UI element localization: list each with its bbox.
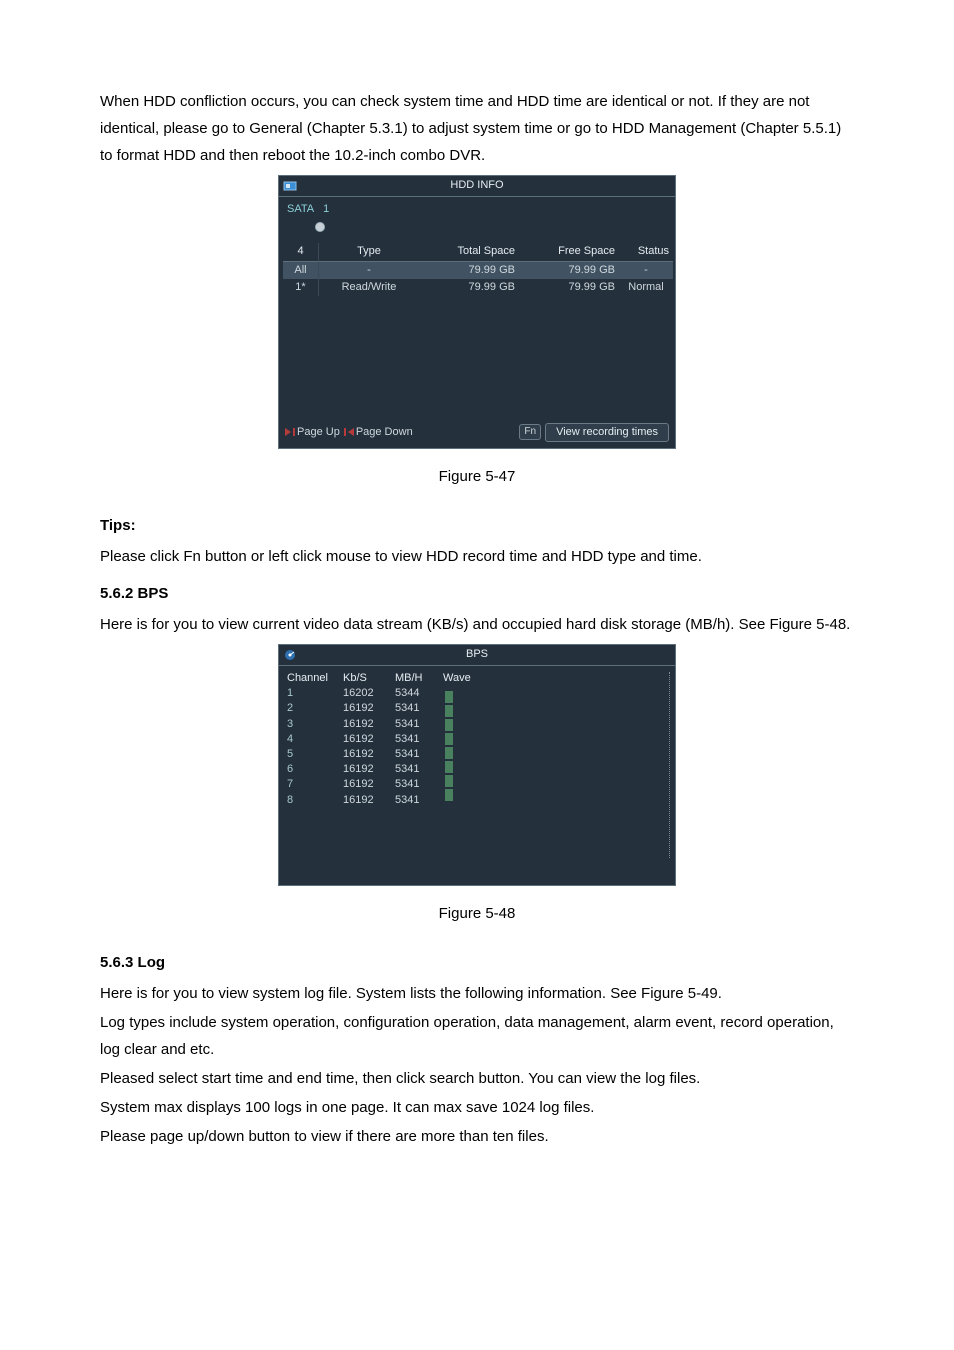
hdd-col-status: Status	[619, 243, 673, 261]
page-down-icon	[348, 428, 354, 436]
bps-wave-icon	[445, 689, 463, 815]
bps-col-kbs: Kb/S	[343, 672, 395, 685]
bps-col-channel: Channel	[287, 672, 343, 685]
bps-title: BPS	[466, 648, 488, 661]
heading-5-6-3: 5.6.3 Log	[100, 949, 854, 976]
bps-row-mbh: 5341	[395, 763, 443, 776]
bps-right-border	[667, 672, 670, 858]
sata-label: SATA	[287, 203, 314, 216]
paragraph-intro: When HDD confliction occurs, you can che…	[100, 88, 854, 169]
page-down-label: Page Down	[356, 426, 413, 439]
heading-5-6-2: 5.6.2 BPS	[100, 580, 854, 607]
bps-row-kbs: 16202	[343, 687, 395, 700]
bps-row-ch: 3	[287, 718, 343, 731]
paragraph-5-6-3e: Please page up/down button to view if th…	[100, 1123, 854, 1150]
bps-row-kbs: 16192	[343, 794, 395, 807]
hdd-row1-status: Normal	[619, 279, 673, 296]
bps-row-kbs: 16192	[343, 778, 395, 791]
bps-row-kbs: 16192	[343, 702, 395, 715]
tips-text: Please click Fn button or left click mou…	[100, 543, 854, 570]
page-up-icon	[285, 428, 291, 436]
bps-row-kbs: 16192	[343, 733, 395, 746]
bps-row-ch: 6	[287, 763, 343, 776]
sata-row: SATA 1	[279, 197, 675, 237]
tips-heading: Tips:	[100, 512, 854, 539]
hdd-all-status: -	[619, 262, 673, 279]
page-up-label: Page Up	[297, 426, 340, 439]
bps-row-mbh: 5344	[395, 687, 443, 700]
sata-status-dot	[315, 222, 325, 232]
hdd-all-total: 79.99 GB	[419, 262, 519, 279]
bps-row-kbs: 16192	[343, 763, 395, 776]
page-up-icon-bar	[293, 428, 295, 436]
paragraph-5-6-2: Here is for you to view current video da…	[100, 611, 854, 638]
bps-row-ch: 5	[287, 748, 343, 761]
sata-number: 1	[323, 203, 329, 215]
bps-titlebar: BPS	[279, 645, 675, 666]
bps-wave-area	[443, 687, 667, 809]
paragraph-5-6-3b: Log types include system operation, conf…	[100, 1009, 854, 1063]
bps-row-mbh: 5341	[395, 733, 443, 746]
fn-button[interactable]: Fn	[519, 424, 541, 440]
hdd-row1-free: 79.99 GB	[519, 279, 619, 296]
bps-row-ch: 4	[287, 733, 343, 746]
bps-row-mbh: 5341	[395, 702, 443, 715]
bps-row-kbs: 16192	[343, 748, 395, 761]
bps-icon	[283, 648, 297, 662]
figure-5-47-caption: Figure 5-47	[100, 463, 854, 490]
paragraph-5-6-3d: System max displays 100 logs in one page…	[100, 1094, 854, 1121]
bps-row-mbh: 5341	[395, 778, 443, 791]
hdd-row1-total: 79.99 GB	[419, 279, 519, 296]
hdd-all-type: -	[319, 262, 419, 279]
paragraph-5-6-3a: Here is for you to view system log file.…	[100, 980, 854, 1007]
bps-row-kbs: 16192	[343, 718, 395, 731]
hdd-icon	[283, 179, 297, 193]
bps-row-ch: 1	[287, 687, 343, 700]
hdd-all-label: All	[283, 262, 319, 279]
bps-col-mbh: MB/H	[395, 672, 443, 685]
bps-col-wave: Wave	[443, 672, 667, 685]
view-recording-times-button[interactable]: View recording times	[545, 423, 669, 442]
bps-row-ch: 8	[287, 794, 343, 807]
hdd-col-free: Free Space	[519, 243, 619, 261]
hdd-row1-type: Read/Write	[319, 279, 419, 296]
hdd-col-total: Total Space	[419, 243, 519, 261]
page-down-button[interactable]: Page Down	[344, 426, 413, 439]
hdd-info-title: HDD INFO	[450, 179, 503, 192]
hdd-info-panel: HDD INFO SATA 1 4 Type Total Space Free …	[278, 175, 676, 449]
hdd-col-count: 4	[283, 243, 319, 261]
bps-panel: BPS Channel Kb/S MB/H Wave 1 16202 5344 …	[278, 644, 676, 886]
bps-row-ch: 7	[287, 778, 343, 791]
figure-5-48-caption: Figure 5-48	[100, 900, 854, 927]
paragraph-5-6-3c: Pleased select start time and end time, …	[100, 1065, 854, 1092]
hdd-info-titlebar: HDD INFO	[279, 176, 675, 197]
hdd-all-free: 79.99 GB	[519, 262, 619, 279]
bps-row-mbh: 5341	[395, 748, 443, 761]
hdd-row1-idx: 1*	[283, 279, 319, 296]
page-up-button[interactable]: Page Up	[285, 426, 340, 439]
bps-row-ch: 2	[287, 702, 343, 715]
bps-row-mbh: 5341	[395, 794, 443, 807]
hdd-col-type: Type	[319, 243, 419, 261]
bps-body: Channel Kb/S MB/H Wave 1 16202 5344 2 16…	[279, 666, 675, 815]
bps-row-mbh: 5341	[395, 718, 443, 731]
hdd-table: 4 Type Total Space Free Space Status All…	[283, 243, 671, 296]
hdd-footer: Page Up Page Down Fn View recording time…	[279, 423, 675, 442]
page-down-icon-bar	[344, 428, 346, 436]
